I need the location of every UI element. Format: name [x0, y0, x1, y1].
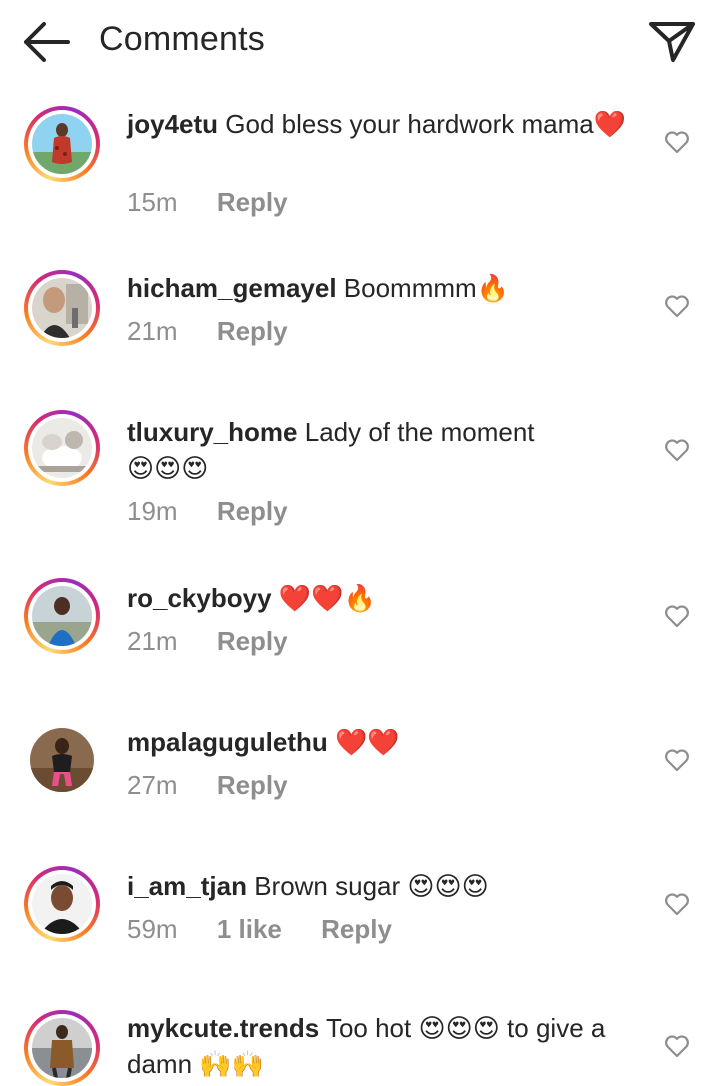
comment-text: Too hot	[325, 1013, 412, 1043]
comment-item: tluxury_home Lady of the moment 😍😍😍 19m R…	[0, 404, 720, 544]
comment-item: mpalagugulethu ❤️❤️ 27m Reply	[0, 718, 720, 828]
heart-outline-icon[interactable]	[664, 748, 690, 772]
comment-item: mykcute.trends Too hot 😍😍😍 to give a dam…	[0, 1006, 720, 1086]
comment-body: i_am_tjan Brown sugar 😍😍😍	[127, 868, 647, 904]
comment-meta: 21m Reply	[127, 626, 320, 657]
avatar	[32, 586, 92, 646]
comment-username[interactable]: mykcute.trends	[127, 1013, 319, 1043]
comment-emoji: 😍😍😍	[418, 1013, 500, 1043]
paper-plane-icon	[649, 22, 695, 62]
comment-emoji-continued: 🙌🙌	[199, 1049, 265, 1079]
avatar-story-ring[interactable]	[24, 866, 100, 942]
comment-time: 59m	[127, 914, 178, 944]
avatar-story-ring[interactable]	[24, 1010, 100, 1086]
reply-button[interactable]: Reply	[217, 496, 288, 526]
comment-meta: 19m Reply	[127, 496, 320, 527]
comment-username[interactable]: ro_ckyboyy	[127, 583, 272, 613]
comment-emoji: ❤️	[593, 109, 627, 139]
comment-body: joy4etu God bless your hardwork mama❤️	[127, 106, 647, 142]
heart-outline-icon[interactable]	[664, 604, 690, 628]
avatar	[32, 1018, 92, 1078]
comment-body: tluxury_home Lady of the moment 😍😍😍	[127, 414, 647, 486]
comment-meta: 21m Reply	[127, 316, 320, 347]
comment-username[interactable]: tluxury_home	[127, 417, 298, 447]
comment-text: God bless your hardwork mama	[225, 109, 594, 139]
heart-outline-icon[interactable]	[664, 438, 690, 462]
comment-username[interactable]: mpalagugulethu	[127, 727, 328, 757]
comment-body: mykcute.trends Too hot 😍😍😍 to give a dam…	[127, 1010, 647, 1082]
top-bar: Comments	[0, 0, 720, 84]
avatar	[32, 114, 92, 174]
comment-time: 15m	[127, 187, 178, 217]
heart-outline-icon[interactable]	[664, 1034, 690, 1058]
comment-meta: 27m Reply	[127, 770, 320, 801]
comment-emoji: 🔥	[476, 273, 510, 303]
comment-username[interactable]: hicham_gemayel	[127, 273, 337, 303]
avatar-story-ring[interactable]	[24, 578, 100, 654]
reply-button[interactable]: Reply	[217, 316, 288, 346]
avatar-story-ring[interactable]	[24, 106, 100, 182]
comment-emoji: 😍😍😍	[127, 453, 209, 483]
arrow-left-icon	[24, 22, 70, 62]
avatar-story-ring[interactable]	[24, 270, 100, 346]
comment-item: hicham_gemayel Boommmm🔥 21m Reply	[0, 264, 720, 374]
reply-button[interactable]: Reply	[217, 626, 288, 656]
heart-outline-icon[interactable]	[664, 130, 690, 154]
comment-username[interactable]: joy4etu	[127, 109, 218, 139]
share-button[interactable]	[646, 16, 698, 66]
comment-time: 21m	[127, 316, 178, 346]
avatar	[32, 278, 92, 338]
comment-meta: 59m 1 like Reply	[127, 914, 424, 945]
avatar	[30, 728, 94, 792]
comment-body: ro_ckyboyy ❤️❤️🔥	[127, 580, 647, 616]
heart-outline-icon[interactable]	[664, 892, 690, 916]
comment-meta: 15m Reply	[127, 187, 320, 218]
comment-list: joy4etu God bless your hardwork mama❤️ 1…	[0, 84, 720, 1086]
reply-button[interactable]: Reply	[321, 914, 392, 944]
avatar-story-ring[interactable]	[24, 410, 100, 486]
comment-emoji: ❤️❤️	[335, 727, 400, 757]
comment-text: Brown sugar	[254, 871, 401, 901]
back-button[interactable]	[18, 18, 74, 66]
comment-item: joy4etu God bless your hardwork mama❤️ 1…	[0, 84, 720, 234]
comment-body: hicham_gemayel Boommmm🔥	[127, 270, 647, 306]
avatar	[32, 418, 92, 478]
likes-count[interactable]: 1 like	[217, 914, 282, 944]
avatar	[32, 874, 92, 934]
reply-button[interactable]: Reply	[217, 187, 288, 217]
heart-outline-icon[interactable]	[664, 294, 690, 318]
avatar-wrapper[interactable]	[24, 722, 100, 798]
comment-body: mpalagugulethu ❤️❤️	[127, 724, 647, 760]
comment-username[interactable]: i_am_tjan	[127, 871, 247, 901]
comment-item: i_am_tjan Brown sugar 😍😍😍 59m 1 like Rep…	[0, 862, 720, 972]
comment-time: 19m	[127, 496, 178, 526]
comment-emoji: 😍😍😍	[407, 871, 489, 901]
comment-time: 21m	[127, 626, 178, 656]
comment-item: ro_ckyboyy ❤️❤️🔥 21m Reply	[0, 574, 720, 684]
reply-button[interactable]: Reply	[217, 770, 288, 800]
comment-text: Lady of the moment	[304, 417, 535, 447]
comment-text: Boommmm	[343, 273, 477, 303]
comment-time: 27m	[127, 770, 178, 800]
page-title: Comments	[99, 20, 265, 58]
comment-emoji: ❤️❤️🔥	[278, 583, 376, 613]
